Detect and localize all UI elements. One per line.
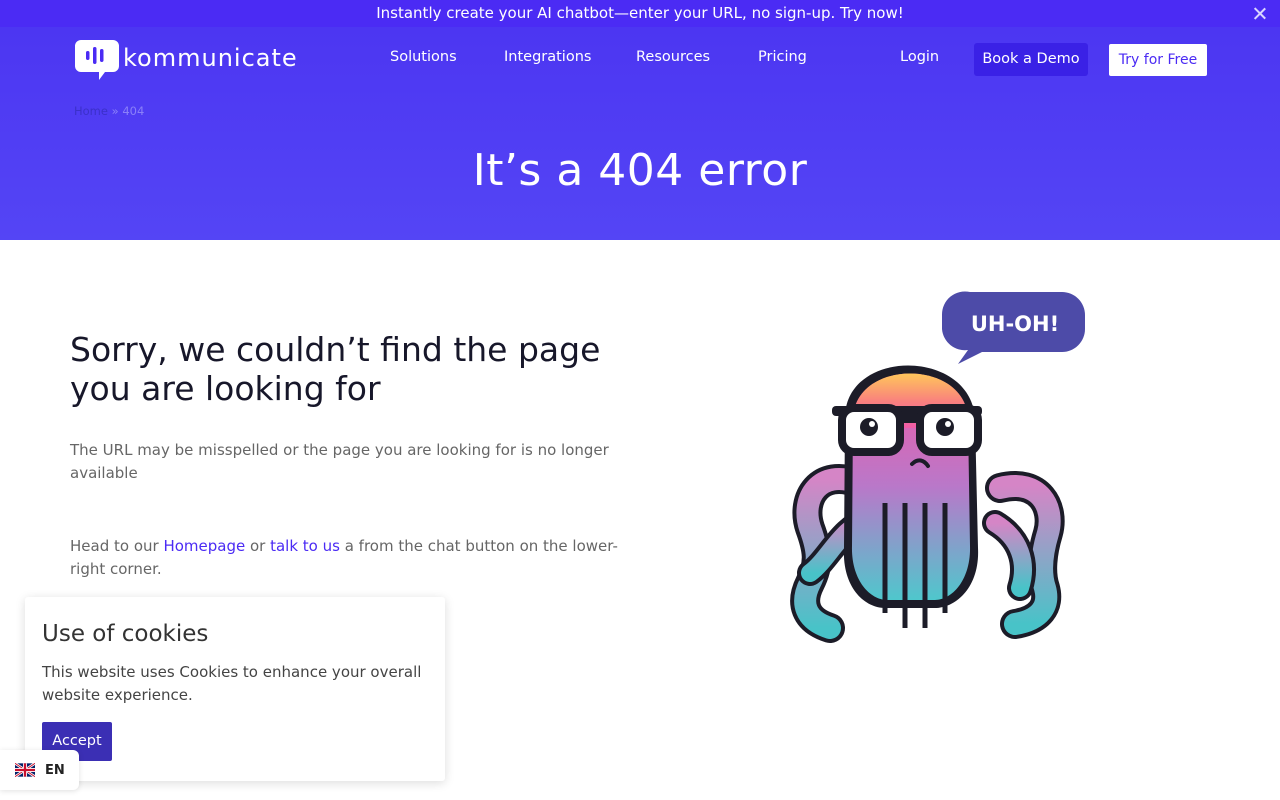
homepage-link[interactable]: Homepage [163,537,245,555]
breadcrumb: Home » 404 [74,104,144,118]
login-link[interactable]: Login [900,49,939,65]
breadcrumb-home[interactable]: Home [74,104,108,118]
uk-flag-icon [15,763,35,777]
book-demo-button[interactable]: Book a Demo [974,43,1088,76]
nav-solutions[interactable]: Solutions [390,49,457,65]
nav-resources[interactable]: Resources [636,49,710,65]
logo-text: kommunicate [123,44,298,72]
bubble-text: UH-OH! [971,312,1059,336]
help-prefix: Head to our [70,537,164,555]
announcement-text[interactable]: Instantly create your AI chatbot—enter y… [376,4,904,22]
help-text: Head to our Homepage or talk to us a fro… [70,535,630,581]
nav-pricing[interactable]: Pricing [758,49,807,65]
logo[interactable]: kommunicate [75,40,298,80]
octopus-illustration: UH-OH! [790,291,1085,643]
page-title: It’s a 404 error [472,145,808,196]
logo-icon [75,40,119,80]
cookie-text: This website uses Cookies to enhance you… [42,663,422,704]
speech-bubble: UH-OH! [941,291,1085,364]
hero-section: kommunicate Solutions Integrations Resou… [0,27,1280,240]
error-heading: Sorry, we couldn’t find the page you are… [70,330,601,408]
language-selector[interactable]: EN [0,750,79,790]
cookie-banner: Use of cookies This website uses Cookies… [25,597,445,781]
nav-integrations[interactable]: Integrations [504,49,591,65]
close-icon[interactable] [1253,7,1266,20]
announcement-bar: Instantly create your AI chatbot—enter y… [0,0,1280,27]
cookie-title: Use of cookies [42,621,209,647]
error-description: The URL may be misspelled or the page yo… [70,441,609,482]
top-nav: kommunicate Solutions Integrations Resou… [0,27,1280,91]
breadcrumb-separator: » [111,104,119,118]
help-or: or [245,537,271,555]
talk-to-us-link[interactable]: talk to us [270,537,340,555]
try-free-button[interactable]: Try for Free [1109,44,1207,76]
language-code: EN [45,762,65,778]
breadcrumb-current: 404 [122,104,145,118]
